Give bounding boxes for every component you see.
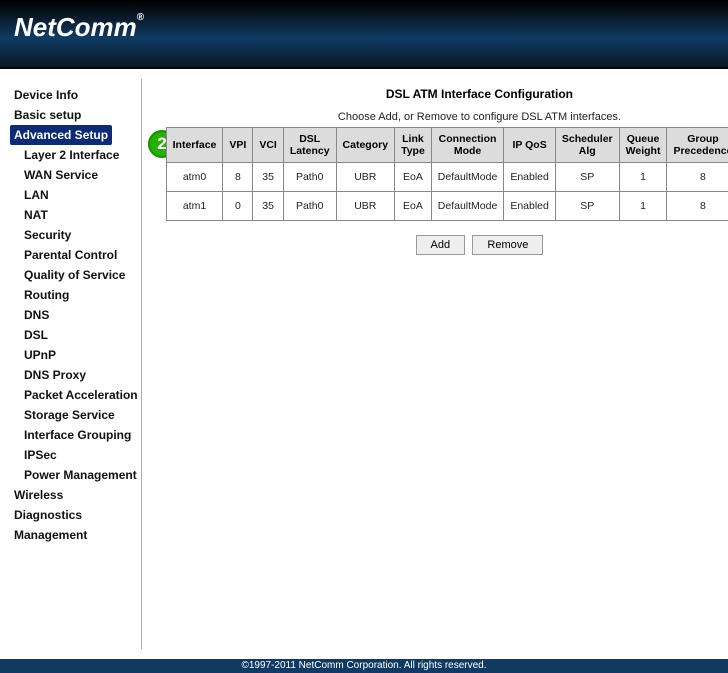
cell: DefaultMode <box>431 192 504 221</box>
col-ip-qos: IP QoS <box>504 128 556 163</box>
sidebar-item-ipsec[interactable]: IPSec <box>10 445 142 465</box>
sidebar-item-dns-proxy[interactable]: DNS Proxy <box>10 365 142 385</box>
col-vci: VCI <box>253 128 284 163</box>
cell: 8 <box>223 163 253 192</box>
cell: EoA <box>395 192 432 221</box>
atm-interface-table: Interface VPI VCI DSL Latency Category L… <box>166 127 728 221</box>
remove-button[interactable]: Remove <box>472 235 543 255</box>
header: NetComm® <box>0 0 728 69</box>
sidebar-item-interface-grouping[interactable]: Interface Grouping <box>10 425 142 445</box>
page-title: DSL ATM Interface Configuration <box>166 87 728 101</box>
cell: UBR <box>336 163 395 192</box>
cell: Enabled <box>504 163 556 192</box>
sidebar-item-diagnostics[interactable]: Diagnostics <box>10 505 142 525</box>
col-q-weight: Queue Weight <box>619 128 667 163</box>
sidebar-item-packet-acceleration[interactable]: Packet Acceleration <box>10 385 142 405</box>
sidebar-item-nat[interactable]: NAT <box>10 205 142 225</box>
cell: SP <box>555 163 619 192</box>
col-latency: DSL Latency <box>283 128 336 163</box>
add-button[interactable]: Add <box>416 235 466 255</box>
cell: 1 <box>619 192 667 221</box>
sidebar: Device InfoBasic setupAdvanced SetupLaye… <box>0 69 142 659</box>
cell: 35 <box>253 192 284 221</box>
cell: atm1 <box>166 192 223 221</box>
cell: DefaultMode <box>431 163 504 192</box>
col-grp-prec: Group Precedence <box>667 128 728 163</box>
cell: atm0 <box>166 163 223 192</box>
cell: SP <box>555 192 619 221</box>
sidebar-item-layer-2-interface[interactable]: Layer 2 Interface <box>10 145 142 165</box>
col-category: Category <box>336 128 395 163</box>
sidebar-item-advanced-setup[interactable]: Advanced Setup <box>10 125 112 145</box>
cell: EoA <box>395 163 432 192</box>
sidebar-item-dns[interactable]: DNS <box>10 305 142 325</box>
sidebar-item-security[interactable]: Security <box>10 225 142 245</box>
cell: UBR <box>336 192 395 221</box>
col-link-type: Link Type <box>395 128 432 163</box>
cell: Path0 <box>283 192 336 221</box>
page-subtitle: Choose Add, or Remove to configure DSL A… <box>166 111 728 123</box>
sidebar-item-lan[interactable]: LAN <box>10 185 142 205</box>
brand-text: NetComm <box>14 12 137 42</box>
col-vpi: VPI <box>223 128 253 163</box>
sidebar-item-dsl[interactable]: DSL <box>10 325 142 345</box>
col-sched-alg: Scheduler Alg <box>555 128 619 163</box>
sidebar-item-management[interactable]: Management <box>10 525 142 545</box>
sidebar-item-basic-setup[interactable]: Basic setup <box>10 105 142 125</box>
table-row: atm1035Path0UBREoADefaultModeEnabledSP18 <box>166 192 728 221</box>
sidebar-item-qos[interactable]: Quality of Service <box>10 265 142 285</box>
cell: 1 <box>619 163 667 192</box>
sidebar-item-parental-control[interactable]: Parental Control <box>10 245 142 265</box>
col-conn-mode: Connection Mode <box>431 128 504 163</box>
sidebar-item-storage-service[interactable]: Storage Service <box>10 405 142 425</box>
cell: 0 <box>223 192 253 221</box>
sidebar-item-wan-service[interactable]: WAN Service <box>10 165 142 185</box>
table-row: atm0835Path0UBREoADefaultModeEnabledSP18 <box>166 163 728 192</box>
cell: 8 <box>667 163 728 192</box>
sidebar-item-upnp[interactable]: UPnP <box>10 345 142 365</box>
main-content: DSL ATM Interface Configuration Choose A… <box>142 69 728 659</box>
cell: Path0 <box>283 163 336 192</box>
cell: 8 <box>667 192 728 221</box>
brand-logo: NetComm® <box>0 0 728 43</box>
sidebar-item-wireless[interactable]: Wireless <box>10 485 142 505</box>
sidebar-item-device-info[interactable]: Device Info <box>10 85 142 105</box>
col-interface: Interface <box>166 128 223 163</box>
sidebar-item-routing[interactable]: Routing <box>10 285 142 305</box>
sidebar-item-power-management[interactable]: Power Management <box>10 465 142 485</box>
cell: 35 <box>253 163 284 192</box>
footer: ©1997-2011 NetComm Corporation. All righ… <box>0 659 728 673</box>
cell: Enabled <box>504 192 556 221</box>
